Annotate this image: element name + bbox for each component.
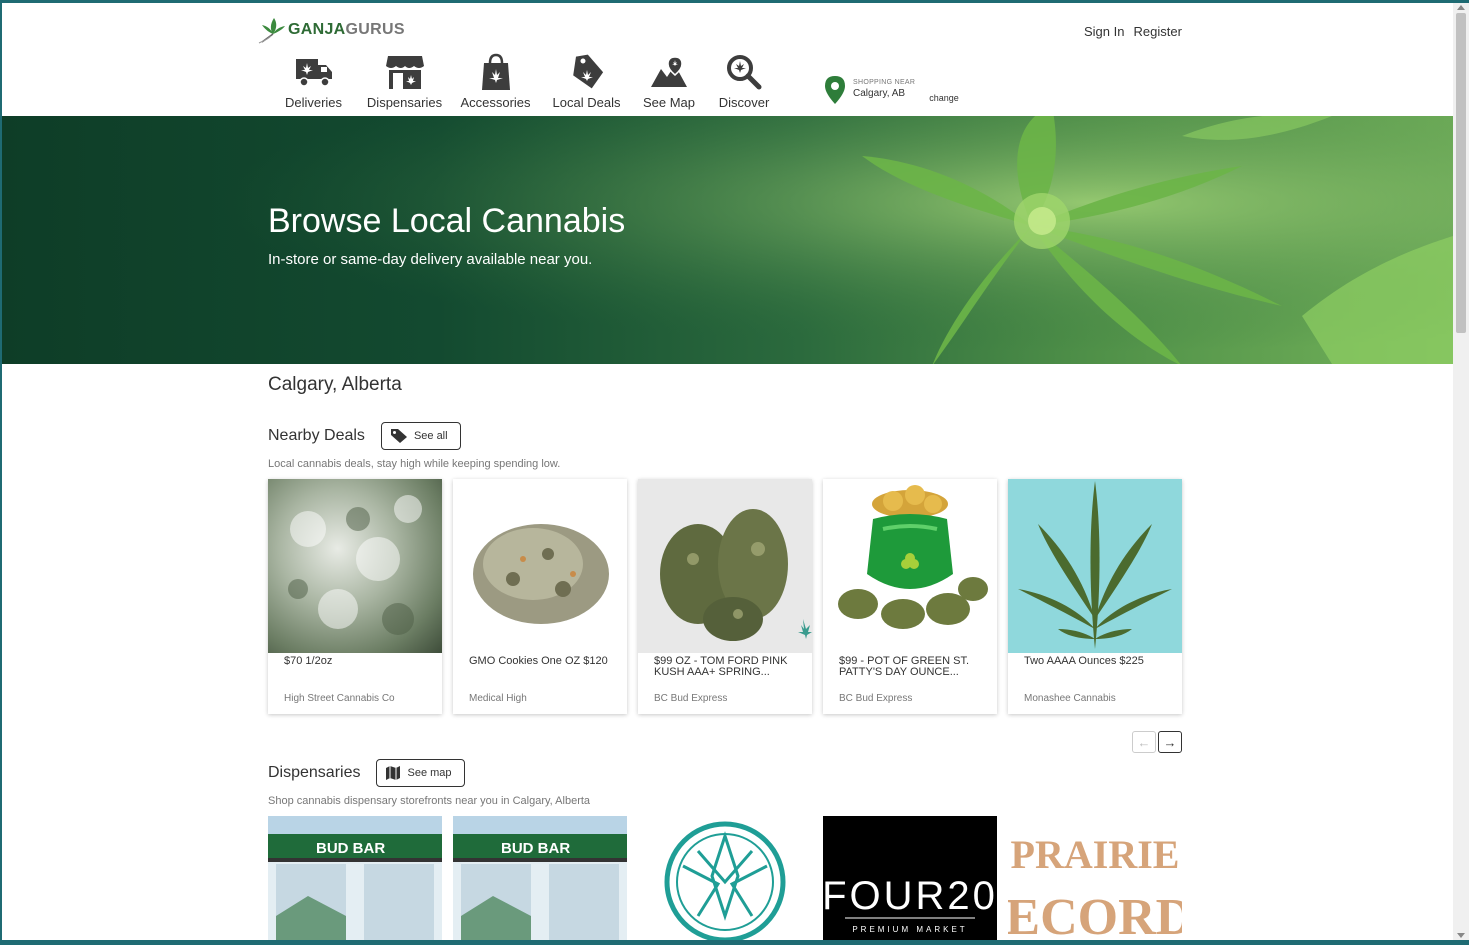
deal-store: High Street Cannabis Co — [284, 693, 395, 704]
vertical-scrollbar[interactable] — [1453, 3, 1469, 940]
shopping-bag-icon — [481, 53, 510, 90]
dispensary-card[interactable]: BUD BAR — [268, 816, 442, 940]
bud-on-white-image — [473, 524, 609, 624]
dispensaries-description: Shop cannabis dispensary storefronts nea… — [268, 795, 591, 807]
shopping-location: SHOPPING NEAR Calgary, AB change — [824, 75, 959, 105]
dispensaries-section-header: Dispensaries See map — [268, 759, 465, 787]
deal-image — [453, 479, 627, 653]
dispensary-subsign: PREMIUM MARKET — [852, 925, 967, 934]
deal-image — [268, 479, 442, 653]
see-all-label: See all — [413, 430, 448, 442]
map-icon — [386, 766, 401, 780]
nav-local-deals[interactable]: Local Deals — [541, 53, 632, 110]
storefront-icon — [385, 56, 424, 89]
three-buds-image — [660, 509, 812, 641]
deal-image — [638, 479, 812, 653]
deal-card[interactable]: GMO Cookies One OZ $120 Medical High — [453, 479, 627, 714]
previous-arrow-icon[interactable]: ← — [1132, 731, 1156, 753]
nav-label: See Map — [642, 95, 696, 110]
deals-section-header: Nearby Deals See all — [268, 422, 461, 450]
dispensary-card[interactable]: FOUR20 PREMIUM MARKET — [823, 816, 997, 940]
change-location-link[interactable]: change — [929, 93, 959, 103]
sign-in-link[interactable]: Sign In — [1084, 24, 1124, 39]
deal-title: $70 1/2oz — [284, 655, 333, 667]
site-logo[interactable]: GANJAGURUS — [258, 16, 405, 44]
deal-title: Two AAAA Ounces $225 — [1024, 655, 1144, 667]
map-icon — [651, 56, 687, 87]
dispensary-card[interactable] — [638, 816, 812, 940]
dispensary-card[interactable]: BUD BAR — [453, 816, 627, 940]
prairie-records-logo-image: PRAIRIE RECORDS — [1008, 832, 1182, 940]
deal-card[interactable]: $99 OZ - TOM FORD PINK KUSH AAA+ SPRING.… — [638, 479, 812, 714]
dispensary-card[interactable]: PRAIRIE RECORDS — [1008, 816, 1182, 940]
dispensaries-carousel: BUD BAR BUD BAR FOUR20 PREMIUM MARKET PR… — [268, 816, 1182, 940]
pot-of-gold-image — [838, 485, 988, 629]
deals-carousel: $70 1/2oz High Street Cannabis Co GMO Co… — [268, 479, 1182, 714]
see-map-button[interactable]: See map — [376, 759, 465, 787]
dispensary-sign-2: RECORDS — [1008, 889, 1182, 940]
nav-accessories[interactable]: Accessories — [450, 53, 541, 110]
storefront-photo-image: BUD BAR — [268, 816, 442, 940]
browser-viewport: GANJAGURUS Sign In Register Deliveries D… — [2, 3, 1453, 940]
teal-lotus-logo-image — [664, 821, 786, 940]
deals-heading: Nearby Deals — [268, 427, 365, 444]
magnifier-icon — [727, 55, 762, 90]
nav-discover[interactable]: Discover — [706, 53, 782, 110]
deal-title: $99 OZ - TOM FORD PINK KUSH AAA+ SPRING.… — [654, 655, 788, 678]
nav-label: Accessories — [460, 95, 531, 110]
location-title: Calgary, Alberta — [268, 374, 402, 395]
cannabis-leaf-image — [1018, 481, 1172, 649]
hero-subtitle: In-store or same-day delivery available … — [268, 251, 593, 268]
see-map-label: See map — [407, 767, 452, 779]
storefront-photo-image: BUD BAR — [453, 816, 627, 940]
dispensary-sign: PRAIRIE — [1011, 832, 1180, 877]
main-nav: Deliveries Dispensaries Accessories Loca… — [268, 53, 782, 110]
auth-links: Sign In Register — [1084, 24, 1182, 39]
shopping-near-label: SHOPPING NEAR — [853, 79, 916, 86]
deal-store: Monashee Cannabis — [1024, 693, 1116, 704]
tag-icon — [390, 429, 407, 443]
cannabis-leaf-logo-icon — [258, 18, 285, 44]
nav-see-map[interactable]: See Map — [632, 53, 706, 110]
hero-banner: Browse Local Cannabis In-store or same-d… — [2, 116, 1453, 364]
deal-title: $99 - POT OF GREEN ST. PATTY'S DAY OUNCE… — [839, 655, 969, 678]
location-pin-icon — [825, 76, 845, 104]
deal-store: BC Bud Express — [839, 693, 913, 704]
dispensary-sign: BUD BAR — [316, 840, 385, 857]
dispensary-sign: FOUR20 — [823, 874, 997, 918]
deal-store: Medical High — [469, 693, 527, 704]
nav-dispensaries[interactable]: Dispensaries — [359, 53, 450, 110]
scrollbar-thumb[interactable] — [1456, 13, 1466, 333]
deal-store: BC Bud Express — [654, 693, 728, 704]
bud-closeup-image — [288, 495, 422, 635]
four20-logo-image: FOUR20 PREMIUM MARKET — [823, 874, 997, 934]
nav-label: Dispensaries — [366, 95, 443, 110]
price-tag-icon — [572, 54, 603, 89]
next-arrow-icon[interactable]: → — [1158, 731, 1182, 753]
register-link[interactable]: Register — [1133, 24, 1181, 39]
deal-card[interactable]: $99 - POT OF GREEN ST. PATTY'S DAY OUNCE… — [823, 479, 997, 714]
scroll-up-arrow-icon[interactable] — [1457, 5, 1465, 10]
deal-card[interactable]: $70 1/2oz High Street Cannabis Co — [268, 479, 442, 714]
deal-card[interactable]: Two AAAA Ounces $225 Monashee Cannabis — [1008, 479, 1182, 714]
dispensaries-heading: Dispensaries — [268, 764, 361, 781]
nav-label: Discover — [718, 95, 770, 110]
scroll-down-arrow-icon[interactable] — [1457, 933, 1465, 938]
deal-image — [823, 479, 997, 653]
deals-pager: ← → — [1132, 731, 1182, 753]
shopping-city: Calgary, AB — [853, 88, 906, 99]
deal-title: GMO Cookies One OZ $120 — [469, 655, 608, 667]
logo-wordmark: GANJAGURUS — [288, 21, 405, 38]
nav-label: Local Deals — [552, 95, 621, 110]
deal-image — [1008, 479, 1182, 653]
hero-title: Browse Local Cannabis — [268, 202, 626, 240]
cannabis-plant-hero-image — [2, 116, 1453, 364]
nav-deliveries[interactable]: Deliveries — [268, 53, 359, 110]
deals-description: Local cannabis deals, stay high while ke… — [268, 458, 561, 470]
see-all-deals-button[interactable]: See all — [380, 422, 461, 450]
nav-label: Deliveries — [284, 95, 343, 110]
delivery-truck-icon — [295, 59, 332, 87]
dispensary-sign: BUD BAR — [501, 840, 570, 857]
